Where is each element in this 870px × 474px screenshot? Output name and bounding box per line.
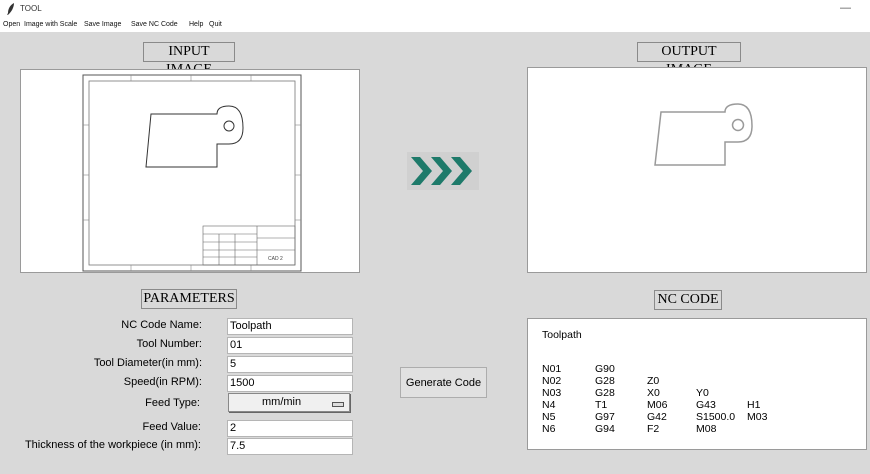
nc-code-cell: N02 xyxy=(542,375,562,387)
nc-code-cell: T1 xyxy=(595,399,608,411)
title-bar: TOOL — xyxy=(0,0,870,20)
tool-diameter-input[interactable] xyxy=(227,356,353,373)
nc-code-cell: X0 xyxy=(647,387,660,399)
tool-number-input[interactable] xyxy=(227,337,353,354)
generate-code-button[interactable]: Generate Code xyxy=(400,367,487,398)
feed-value-label: Feed Value: xyxy=(142,421,201,433)
menu-save-image[interactable]: Save Image xyxy=(84,21,121,28)
menu-save-nc-code[interactable]: Save NC Code xyxy=(131,21,178,28)
parameters-label: PARAMETERS xyxy=(141,289,237,309)
thickness-input[interactable] xyxy=(227,438,353,455)
menu-open[interactable]: Open xyxy=(3,21,20,28)
minimize-button[interactable]: — xyxy=(840,2,851,14)
nc-code-label: NC CODE xyxy=(654,290,722,310)
input-image-panel: CAD 2 xyxy=(20,69,360,273)
nc-code-cell: Z0 xyxy=(647,375,660,387)
menu-bar: Open Image with Scale Save Image Save NC… xyxy=(0,20,870,32)
process-arrow xyxy=(407,152,479,190)
menu-help[interactable]: Help xyxy=(189,21,203,28)
nc-code-cell: G97 xyxy=(595,411,615,423)
thickness-label: Thickness of the workpiece (in mm): xyxy=(24,439,201,451)
nc-code-cell: G42 xyxy=(647,411,667,423)
nc-code-cell: H1 xyxy=(747,399,761,411)
feather-icon xyxy=(7,3,14,15)
nc-code-cell: N5 xyxy=(542,411,556,423)
dropdown-indicator-icon xyxy=(332,402,344,407)
title-block-text: CAD 2 xyxy=(268,256,283,262)
nc-code-cell: G28 xyxy=(595,375,615,387)
nc-code-output[interactable]: Toolpath N01 G90 N02 G28 Z0 N03 G28 X0 Y… xyxy=(527,318,867,450)
nc-code-cell: G94 xyxy=(595,423,615,435)
nc-code-cell: N4 xyxy=(542,399,556,411)
triple-chevron-right-icon xyxy=(411,157,472,185)
nc-code-cell: N03 xyxy=(542,387,562,399)
nc-code-title: Toolpath xyxy=(542,329,582,341)
nc-code-cell: G28 xyxy=(595,387,615,399)
nc-code-cell: G90 xyxy=(595,363,615,375)
output-drawing xyxy=(654,103,753,166)
output-image-label: OUTPUT IMAGE xyxy=(637,42,741,77)
feed-type-label: Feed Type: xyxy=(145,397,200,409)
feed-type-dropdown[interactable]: mm/min xyxy=(228,393,350,412)
nc-code-cell: N6 xyxy=(542,423,556,435)
speed-label: Speed(in RPM): xyxy=(123,376,202,388)
speed-input[interactable] xyxy=(227,375,353,392)
nc-code-cell: Y0 xyxy=(696,387,709,399)
nc-code-cell: M08 xyxy=(696,423,717,435)
tool-number-label: Tool Number: xyxy=(136,338,202,350)
nc-code-cell: M06 xyxy=(647,399,668,411)
nc-code-name-label: NC Code Name: xyxy=(121,319,202,331)
feed-type-value: mm/min xyxy=(262,396,302,408)
input-drawing: CAD 2 xyxy=(82,74,302,272)
output-image-panel xyxy=(527,67,867,273)
menu-image-with-scale[interactable]: Image with Scale xyxy=(24,21,77,28)
feed-value-input[interactable] xyxy=(227,420,353,437)
nc-code-name-input[interactable] xyxy=(227,318,353,335)
app-title: TOOL xyxy=(20,4,42,13)
nc-code-cell: F2 xyxy=(647,423,660,435)
tool-diameter-label: Tool Diameter(in mm): xyxy=(93,357,202,369)
nc-code-cell: S1500.0 xyxy=(696,411,736,423)
menu-quit[interactable]: Quit xyxy=(209,21,222,28)
nc-code-cell: N01 xyxy=(542,363,562,375)
nc-code-cell: G43 xyxy=(696,399,716,411)
nc-code-cell: M03 xyxy=(747,411,768,423)
input-image-label: INPUT IMAGE xyxy=(143,42,235,77)
